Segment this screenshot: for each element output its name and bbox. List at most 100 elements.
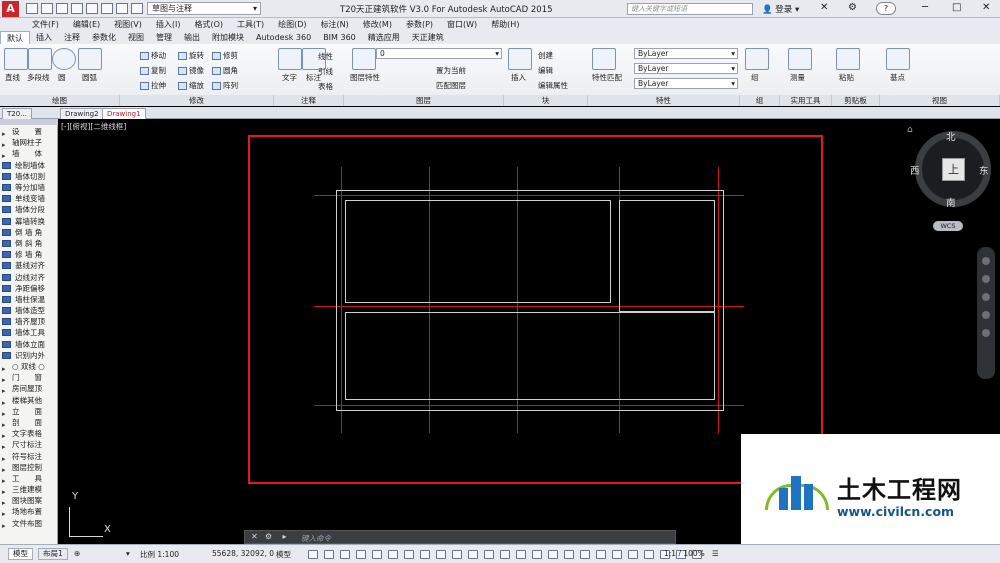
menu-help[interactable]: 帮助(H) [491, 18, 519, 31]
zoom-extents-icon[interactable] [982, 293, 990, 301]
tab-parametric[interactable]: 参数化 [86, 31, 122, 44]
steering-wheel-icon[interactable] [982, 257, 990, 265]
lineweight-select[interactable]: ByLayer [634, 78, 738, 89]
menu-modify[interactable]: 修改(M) [363, 18, 392, 31]
palette-item[interactable]: 轴网柱子 [2, 137, 56, 148]
transparency-icon[interactable] [436, 550, 446, 559]
3d-osnap-icon[interactable] [468, 550, 478, 559]
showmotion-icon[interactable] [982, 329, 990, 337]
viewport-controls-label[interactable]: [-][俯视][二维线框] [61, 121, 126, 132]
match-properties-icon[interactable] [592, 48, 616, 70]
selection-cycling-icon[interactable] [452, 550, 462, 559]
menu-draw[interactable]: 绘图(D) [278, 18, 306, 31]
menu-window[interactable]: 窗口(W) [447, 18, 477, 31]
group-button[interactable]: 组 [751, 72, 759, 83]
palette-item[interactable]: 尺寸标注 [2, 439, 56, 450]
palette-item[interactable]: 修 墙 角 [2, 249, 56, 260]
tab-default[interactable]: 默认 [0, 31, 30, 44]
zoom-ratio[interactable]: 1:1 / 100% [664, 549, 705, 558]
annotation-scale[interactable]: 比例 1:100 [140, 549, 179, 560]
rotate-button[interactable]: 旋转 [178, 50, 204, 61]
palette-item[interactable]: 绘制墙体 [2, 160, 56, 171]
viewcube-home-icon[interactable]: ⌂ [907, 125, 913, 135]
palette-item[interactable]: 房间屋顶 [2, 383, 56, 394]
model-space-toggle[interactable]: 模型 [276, 549, 291, 560]
menu-parametric[interactable]: 参数(P) [406, 18, 433, 31]
base-point-icon[interactable] [886, 48, 910, 70]
measure-button[interactable]: 测量 [790, 72, 805, 83]
annotation-scale-icon[interactable] [564, 550, 574, 559]
close-icon[interactable]: ✕ [982, 2, 990, 13]
palette-item[interactable]: 楼梯其他 [2, 395, 56, 406]
selection-filter-icon[interactable] [500, 550, 510, 559]
create-block-button[interactable]: 创建 [538, 50, 553, 61]
circle-icon[interactable] [52, 48, 76, 70]
compass-west[interactable]: 西 [910, 163, 920, 177]
palette-item[interactable]: 立 面 [2, 406, 56, 417]
panel-title-clipboard[interactable]: 剪贴板 [832, 95, 880, 106]
palette-item[interactable]: 等分加墙 [2, 182, 56, 193]
object-snap-tracking-icon[interactable] [388, 550, 398, 559]
stretch-button[interactable]: 拉伸 [140, 80, 166, 91]
palette-header[interactable] [0, 119, 58, 125]
palette-item[interactable]: 墙体切割 [2, 171, 56, 182]
set-current-button[interactable]: 置为当前 [436, 65, 466, 76]
tab-view[interactable]: 视图 [122, 31, 150, 44]
annotation-monitor-icon[interactable] [596, 550, 606, 559]
text-button[interactable]: 文字 [282, 72, 297, 83]
palette-item[interactable]: 门 窗 [2, 372, 56, 383]
insert-block-icon[interactable] [508, 48, 532, 70]
insert-block-button[interactable]: 插入 [511, 72, 526, 83]
palette-item[interactable]: 剖 面 [2, 417, 56, 428]
maximize-icon[interactable]: □ [952, 2, 961, 13]
tab-addins[interactable]: 附加模块 [206, 31, 250, 44]
viewcube-top-face[interactable]: 上 [942, 158, 965, 181]
search-input[interactable]: 键入关键字或短语 [627, 3, 753, 15]
palette-item[interactable]: 场地布置 [2, 506, 56, 517]
palette-item[interactable]: 倒 墙 角 [2, 227, 56, 238]
auto-scale-icon[interactable] [548, 550, 558, 559]
add-layout-icon[interactable]: ⊕ [74, 549, 80, 558]
mirror-button[interactable]: 镜像 [178, 65, 204, 76]
a360-icon[interactable]: ⚙ [848, 2, 857, 13]
palette-item[interactable]: 墙体工具 [2, 327, 56, 338]
layout1-tab[interactable]: 布局1 [38, 548, 68, 560]
dynamic-ucs-icon[interactable] [484, 550, 494, 559]
panel-title-properties[interactable]: 特性 [588, 95, 740, 106]
palette-item[interactable]: 三维建模 [2, 484, 56, 495]
tab-insert[interactable]: 插入 [30, 31, 58, 44]
palette-item[interactable]: 净距偏移 [2, 283, 56, 294]
login-button[interactable]: 👤 登录 ▾ [762, 3, 799, 15]
linear-dim-button[interactable]: 线性 [318, 51, 333, 62]
save-as-icon[interactable] [71, 3, 83, 14]
palette-item[interactable]: 图层控制 [2, 462, 56, 473]
circle-button[interactable]: 圆 [58, 72, 66, 83]
workspace-select[interactable]: 草图与注释 [147, 2, 261, 15]
snap-icon[interactable] [324, 550, 334, 559]
panel-title-modify[interactable]: 修改 [120, 95, 274, 106]
text-icon[interactable] [278, 48, 302, 70]
edit-block-button[interactable]: 编辑 [538, 65, 553, 76]
arc-button[interactable]: 圆弧 [82, 72, 97, 83]
tab-autodesk-360[interactable]: Autodesk 360 [250, 31, 317, 44]
polyline-button[interactable]: 多段线 [27, 72, 50, 83]
menu-view[interactable]: 视图(V) [114, 18, 142, 31]
layer-select[interactable]: 0 [376, 48, 502, 59]
gizmo-icon[interactable] [516, 550, 526, 559]
exchange-icon[interactable]: ✕ [820, 2, 828, 13]
palette-item[interactable]: 倒 斜 角 [2, 238, 56, 249]
measure-icon[interactable] [788, 48, 812, 70]
array-button[interactable]: 阵列 [212, 80, 238, 91]
help-button[interactable]: ? [876, 2, 896, 15]
compass-north[interactable]: 北 [946, 129, 956, 143]
customize-icon[interactable]: ⚙ [263, 532, 274, 542]
menu-file[interactable]: 文件(F) [32, 18, 59, 31]
menu-edit[interactable]: 编辑(E) [73, 18, 100, 31]
annotation-visibility-icon[interactable] [532, 550, 542, 559]
tab-output[interactable]: 输出 [178, 31, 206, 44]
match-properties-button[interactable]: 特性匹配 [592, 72, 622, 83]
compass-east[interactable]: 东 [979, 163, 989, 177]
model-tab[interactable]: 模型 [8, 548, 33, 560]
panel-title-draw[interactable]: 绘图 [0, 95, 120, 106]
orbit-icon[interactable] [982, 311, 990, 319]
